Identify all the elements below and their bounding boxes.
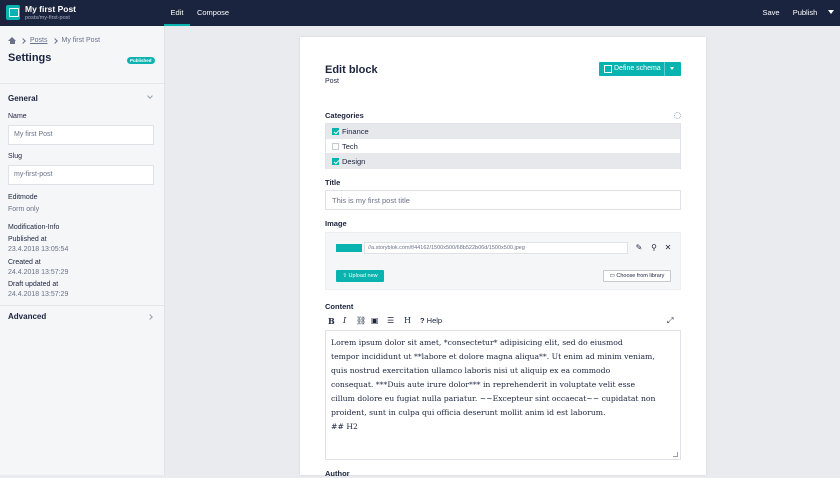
chevron-down-icon[interactable]: [670, 67, 674, 70]
category-option-finance[interactable]: Finance: [326, 124, 680, 139]
checkbox-checked[interactable]: [332, 158, 339, 165]
bold-icon[interactable]: B: [328, 316, 335, 326]
italic-icon[interactable]: I: [343, 316, 346, 326]
created-at-label: Created at: [8, 259, 41, 266]
content-label: Content: [325, 302, 354, 311]
save-button[interactable]: Save: [757, 0, 785, 26]
author-label: Author: [325, 469, 350, 478]
tab-compose[interactable]: Compose: [192, 0, 234, 26]
slug-field[interactable]: my-first-post: [8, 165, 154, 185]
published-at-value: 23.4.2018 13:05:54: [8, 246, 69, 253]
link-icon[interactable]: ⛓: [356, 316, 366, 326]
category-option-design[interactable]: Design: [326, 154, 680, 169]
edit-block-card: Edit block Post Define schema Categories…: [300, 37, 706, 478]
heading-icon[interactable]: H: [404, 316, 411, 326]
content-line: cillum dolore eu fugiat nulla pariatur. …: [331, 394, 656, 403]
app-logo-icon[interactable]: [6, 5, 20, 20]
top-bar: My first Post posts/my-first-post Edit C…: [0, 0, 840, 26]
help-label: Help: [426, 316, 443, 325]
image-field: //a.storyblok.com/f/44162/1500x500/68b52…: [325, 232, 681, 290]
story-title: My first Post: [25, 4, 77, 14]
categories-list: Finance Tech Design: [325, 123, 681, 169]
story-slug: posts/my-first-post: [25, 15, 70, 21]
general-section-title: General: [8, 94, 38, 103]
choose-from-library-label: Choose from library: [616, 273, 665, 279]
chevron-right-icon: [20, 37, 26, 44]
fullscreen-icon[interactable]: ⤢: [667, 316, 673, 326]
chevron-down-icon: [147, 93, 153, 99]
chevron-right-icon: [147, 314, 153, 320]
image-thumbnail: [336, 244, 362, 252]
choose-from-library-button[interactable]: ▭ Choose from library: [603, 270, 671, 282]
define-schema-button[interactable]: Define schema: [599, 62, 681, 76]
breadcrumb: Posts My first Post: [8, 37, 100, 44]
draft-updated-label: Draft updated at: [8, 281, 59, 288]
tab-edit[interactable]: Edit: [164, 0, 190, 26]
category-label: Finance: [342, 127, 369, 136]
category-label: Design: [342, 157, 366, 166]
content-line: ## H2: [331, 422, 358, 431]
search-icon[interactable]: ⚲: [650, 244, 658, 252]
publish-button[interactable]: Publish: [789, 0, 821, 26]
publish-dropdown-icon[interactable]: [828, 10, 834, 14]
home-icon[interactable]: [8, 37, 16, 44]
published-at-label: Published at: [8, 236, 47, 243]
edit-icon[interactable]: ✎: [635, 244, 643, 252]
image-icon[interactable]: ▣: [371, 316, 379, 326]
title-label: Title: [325, 178, 341, 187]
gear-icon[interactable]: [674, 112, 681, 119]
chevron-right-icon: [51, 37, 58, 44]
slug-label: Slug: [8, 153, 23, 160]
breadcrumb-posts-link[interactable]: Posts: [30, 37, 48, 44]
content-line: Lorem ipsum dolor sit amet, *consectetur…: [331, 338, 623, 347]
content-line: tempor incididunt ut **labore et dolore …: [331, 352, 655, 361]
created-at-value: 24.4.2018 13:57:29: [8, 269, 69, 276]
content-line: proident, sunt in culpa qui officia dese…: [331, 408, 606, 417]
editmode-value: Form only: [8, 206, 40, 213]
advanced-section-header[interactable]: Advanced: [0, 305, 164, 329]
define-schema-label: Define schema: [614, 65, 661, 72]
upload-new-label: Upload new: [348, 273, 378, 279]
help-icon: ?: [420, 316, 427, 325]
name-label: Name: [8, 113, 27, 120]
markdown-toolbar: B I ⛓ ▣ ☰ H ? Help ⤢: [325, 315, 681, 329]
edit-block-subtitle: Post: [325, 78, 340, 85]
schema-icon: [604, 65, 612, 73]
checkbox-checked[interactable]: [332, 128, 339, 135]
upload-new-button[interactable]: ⇧ Upload new: [336, 270, 384, 282]
help-button[interactable]: ? Help: [420, 316, 442, 326]
category-option-tech[interactable]: Tech: [326, 139, 680, 154]
draft-updated-value: 24.4.2018 13:57:29: [8, 291, 69, 298]
editmode-label: Editmode: [8, 194, 38, 201]
page-title: Settings: [8, 52, 52, 64]
name-field[interactable]: My first Post: [8, 125, 154, 145]
checkbox-unchecked[interactable]: [332, 143, 339, 150]
breadcrumb-current: My first Post: [61, 37, 101, 44]
title-field[interactable]: This is my first post title: [325, 190, 681, 210]
content-line: consequat. ***Duis aute irure dolor*** i…: [331, 380, 636, 389]
edit-block-title: Edit block: [325, 64, 378, 76]
status-badge: Published: [127, 57, 155, 64]
content-line: quis nostrud exercitation ullamco labori…: [331, 366, 611, 375]
resize-handle[interactable]: [673, 452, 678, 457]
close-icon[interactable]: ✕: [664, 244, 672, 252]
general-section-header[interactable]: General: [0, 83, 164, 109]
modification-info-label: Modification-Info: [8, 224, 60, 231]
list-icon[interactable]: ☰: [387, 316, 394, 326]
image-label: Image: [325, 219, 347, 228]
categories-label: Categories: [325, 111, 364, 120]
content-editor[interactable]: Lorem ipsum dolor sit amet, *consectetur…: [325, 330, 681, 460]
button-divider: [664, 62, 665, 76]
category-label: Tech: [342, 142, 358, 151]
advanced-section-title: Advanced: [8, 312, 47, 321]
image-url-field[interactable]: //a.storyblok.com/f/44162/1500x500/68b52…: [364, 242, 628, 254]
